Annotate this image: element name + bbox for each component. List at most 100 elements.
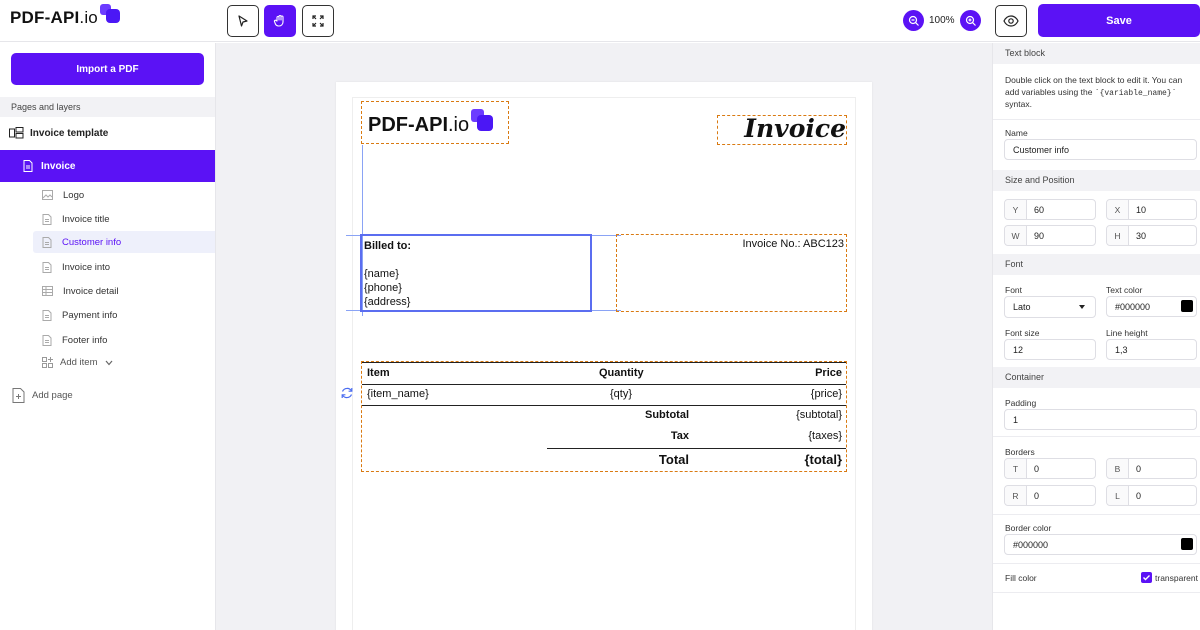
subtotal-label: Subtotal <box>645 409 689 421</box>
layer-label: Invoice title <box>62 213 110 225</box>
text-icon <box>42 236 52 248</box>
layer-item-footer-info[interactable]: Footer info <box>33 329 215 351</box>
subtotal-value: {subtotal} <box>796 409 842 421</box>
layer-label: Invoice detail <box>63 285 119 297</box>
invoice-title-block[interactable]: Invoice <box>717 114 847 145</box>
border-left-input[interactable]: L0 <box>1106 485 1197 506</box>
layer-item-invoice-detail[interactable]: Invoice detail <box>33 280 215 302</box>
layers-sidebar: Import a PDF Pages and layers Invoice te… <box>0 43 216 630</box>
customer-info-block[interactable]: Billed to: {name} {phone} {address} <box>360 234 592 312</box>
doc-logo-mark-icon <box>471 108 499 135</box>
zoom-in-button[interactable] <box>960 10 981 31</box>
preview-button[interactable] <box>995 5 1027 37</box>
table-header-price: Price <box>815 367 842 379</box>
brand-name: PDF-API <box>10 8 80 27</box>
hand-tool-button[interactable] <box>264 5 296 37</box>
total-label: Total <box>658 452 689 467</box>
top-toolbar: PDF-API.io 100% Save <box>0 0 1200 42</box>
brand-suffix: .io <box>79 8 98 27</box>
template-icon <box>9 127 24 139</box>
doc-logo-text: PDF-API <box>368 114 448 136</box>
page-name: Invoice <box>41 160 76 172</box>
line-height-input[interactable]: 1,3 <box>1106 339 1197 360</box>
total-value: {total} <box>804 452 842 467</box>
add-item-button[interactable]: Add item <box>42 357 113 368</box>
select-tool-button[interactable] <box>227 5 259 37</box>
expand-icon <box>312 15 324 27</box>
zoom-out-icon <box>908 15 919 26</box>
layer-item-customer-info[interactable]: Customer info <box>33 231 215 253</box>
w-input[interactable]: W 90 <box>1004 225 1096 246</box>
transparent-label: transparent <box>1155 572 1198 583</box>
border-color-input[interactable]: #000000 <box>1004 534 1197 555</box>
help-text: Double click on the text block to edit i… <box>1005 75 1183 109</box>
page-item-invoice[interactable]: Invoice <box>0 150 215 182</box>
inspector-panel: Text block Double click on the text bloc… <box>992 43 1200 630</box>
tax-value: {taxes} <box>808 430 842 442</box>
row-item-name: {item_name} <box>367 388 429 400</box>
table-icon <box>42 286 53 296</box>
border-top-input[interactable]: T0 <box>1004 458 1096 479</box>
row-price: {price} <box>810 388 842 400</box>
transparent-toggle[interactable]: transparent <box>1141 572 1198 583</box>
doc-title: Invoice <box>744 114 846 143</box>
block-type-heading: Text block <box>993 43 1200 64</box>
add-page-icon <box>12 388 25 403</box>
layer-label: Footer info <box>62 334 108 346</box>
border-color-label: Border color <box>1005 523 1052 533</box>
text-icon <box>42 309 52 321</box>
billed-to-label: Billed to: <box>364 240 412 252</box>
invoice-detail-block[interactable]: Item Quantity Price {item_name} {qty} {p… <box>361 361 847 472</box>
name-input[interactable]: Customer info <box>1004 139 1197 160</box>
tax-label: Tax <box>670 430 689 442</box>
layer-label: Customer info <box>62 236 122 248</box>
editor-canvas[interactable]: PDF-API.io Invoice Billed to: {name} {ph… <box>216 43 992 630</box>
refresh-icon[interactable] <box>340 386 354 400</box>
layer-item-invoice-into[interactable]: Invoice into <box>33 256 215 278</box>
import-pdf-button[interactable]: Import a PDF <box>11 53 204 85</box>
add-page-button[interactable]: Add page <box>12 388 73 403</box>
border-color-swatch[interactable] <box>1181 538 1193 550</box>
layer-item-payment-info[interactable]: Payment info <box>33 304 215 326</box>
border-right-input[interactable]: R0 <box>1004 485 1096 506</box>
checkbox-checked-icon[interactable] <box>1141 572 1152 583</box>
padding-input[interactable]: 1 <box>1004 409 1197 430</box>
chevron-down-icon <box>105 360 112 365</box>
template-name: Invoice template <box>30 127 109 139</box>
text-icon <box>42 261 52 273</box>
name-label: Name <box>1005 128 1028 138</box>
zoom-out-button[interactable] <box>903 10 924 31</box>
layer-label: Logo <box>63 189 85 201</box>
layer-item-invoice-title[interactable]: Invoice title <box>33 208 215 230</box>
text-color-label: Text color <box>1106 285 1143 295</box>
text-color-swatch[interactable] <box>1181 300 1193 312</box>
page-icon <box>23 160 33 172</box>
x-input[interactable]: X 10 <box>1106 199 1197 220</box>
row-qty: {qty} <box>610 388 633 400</box>
pages-layers-heading: Pages and layers <box>0 97 215 117</box>
layer-label: Payment info <box>62 309 118 321</box>
border-bottom-input[interactable]: B0 <box>1106 458 1197 479</box>
borders-label: Borders <box>1005 447 1035 457</box>
doc-logo-suffix: .io <box>448 114 470 136</box>
zoom-in-icon <box>965 15 976 26</box>
font-select[interactable]: Lato <box>1004 296 1096 318</box>
y-input[interactable]: Y 60 <box>1004 199 1096 220</box>
h-input[interactable]: H 30 <box>1106 225 1197 246</box>
text-icon <box>42 334 52 346</box>
billed-address: {address} <box>364 296 411 308</box>
billed-name: {name} <box>364 268 399 280</box>
template-item[interactable]: Invoice template <box>9 127 108 139</box>
document-page[interactable]: PDF-API.io Invoice Billed to: {name} {ph… <box>336 82 872 630</box>
add-page-label: Add page <box>32 390 73 401</box>
zoom-level: 100% <box>929 15 955 26</box>
layer-label: Invoice into <box>62 261 111 273</box>
logo-block[interactable]: PDF-API.io <box>361 101 509 144</box>
font-size-input[interactable]: 12 <box>1004 339 1096 360</box>
invoice-into-block[interactable]: Invoice No.: ABC123 <box>616 234 847 312</box>
save-button[interactable]: Save <box>1038 4 1200 37</box>
fit-screen-button[interactable] <box>302 5 334 37</box>
table-header-quantity: Quantity <box>599 367 644 379</box>
layer-item-logo[interactable]: Logo <box>33 184 215 206</box>
size-position-heading: Size and Position <box>993 170 1200 191</box>
